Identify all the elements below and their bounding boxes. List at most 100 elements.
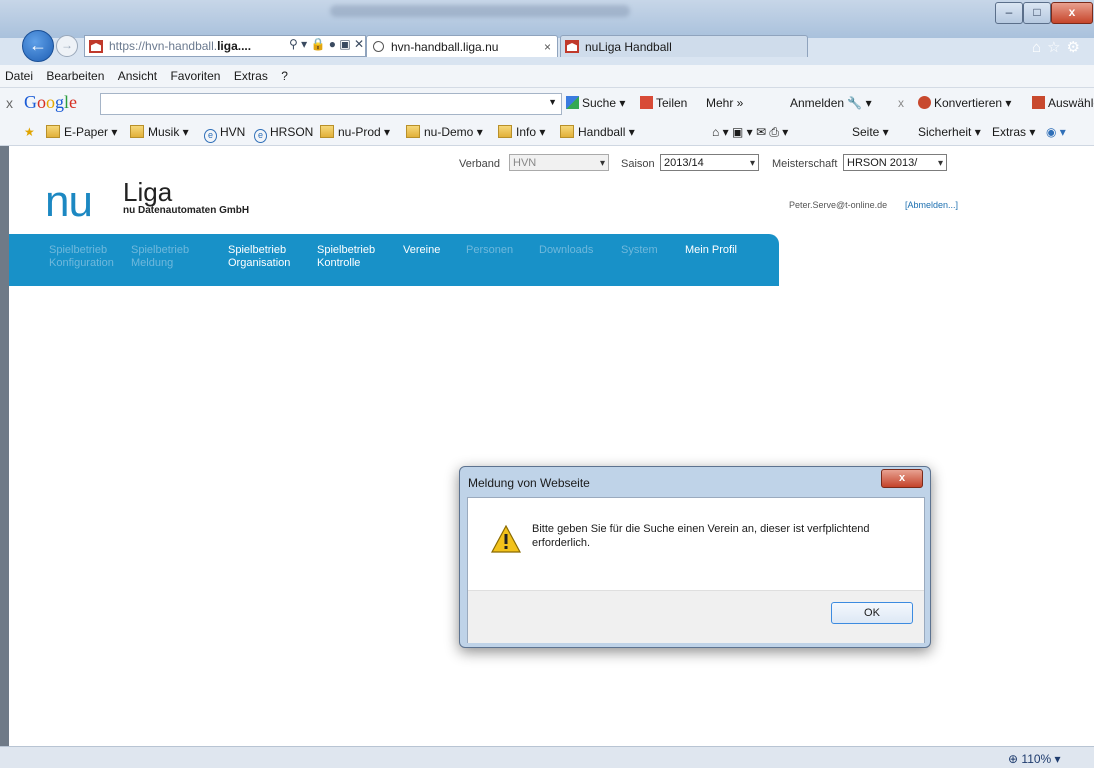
nav-vereine[interactable]: Vereine bbox=[403, 244, 440, 257]
close-toolbar-icon[interactable]: x bbox=[6, 95, 13, 111]
folder-icon bbox=[560, 125, 574, 138]
google-logo: Google bbox=[24, 92, 78, 112]
tab-close-icon[interactable]: × bbox=[544, 36, 551, 57]
warning-icon bbox=[491, 525, 521, 553]
nav-spielbetrieb-organisation[interactable]: Spielbetrieb Organisation bbox=[228, 244, 290, 270]
meisterschaft-label: Meisterschaft bbox=[772, 158, 838, 170]
address-bar[interactable]: https://hvn-handball.liga.... ⚲ ▾ 🔒 ● ▣ … bbox=[84, 35, 366, 57]
folder-icon bbox=[46, 125, 60, 138]
menu-bearbeiten[interactable]: Bearbeiten bbox=[41, 65, 109, 87]
auswaehlen-button[interactable]: Auswählen bbox=[1032, 96, 1094, 110]
menu-datei[interactable]: Datei bbox=[0, 65, 38, 87]
meisterschaft-select[interactable]: HRSON 2013/▾ bbox=[843, 154, 947, 171]
mehr-button[interactable]: Mehr » bbox=[706, 96, 743, 110]
favorites-star-icon[interactable]: ★ bbox=[24, 125, 35, 139]
nav-spielbetrieb-kontrolle[interactable]: Spielbetrieb Kontrolle bbox=[317, 244, 375, 270]
home-star-gear-icons[interactable]: ⌂☆⚙ bbox=[1032, 38, 1086, 56]
user-email: Peter.Serve@t-online.de bbox=[789, 200, 888, 210]
bookmark-nu-demo[interactable]: nu-Demo ▾ bbox=[406, 125, 483, 139]
address-icons[interactable]: ⚲ ▾ 🔒 ● ▣ ✕ bbox=[289, 37, 364, 51]
chevron-down-icon: ▾ bbox=[937, 158, 943, 169]
browser-nav-row: ← → https://hvn-handball.liga.... ⚲ ▾ 🔒 … bbox=[0, 30, 1094, 65]
nav-spielbetrieb-konfiguration[interactable]: Spielbetrieb Konfiguration bbox=[49, 244, 114, 270]
site-favicon bbox=[89, 40, 103, 53]
anmelden-button[interactable]: Anmelden 🔧 ▾ bbox=[790, 96, 872, 110]
bookmark-musik[interactable]: Musik ▾ bbox=[130, 125, 189, 139]
bookmark-e-paper[interactable]: E-Paper ▾ bbox=[46, 125, 117, 139]
nuliga-logo-nu: nu bbox=[45, 177, 93, 226]
teilen-button[interactable]: Teilen bbox=[640, 96, 687, 110]
page-content: Verband HVN ▾ Saison 2013/14 ▾ Meisterscha… bbox=[9, 146, 1094, 746]
folder-icon bbox=[130, 125, 144, 138]
share-icon bbox=[640, 96, 653, 109]
forward-button[interactable]: → bbox=[56, 35, 78, 57]
page-icon: e bbox=[204, 129, 217, 143]
dialog-close-button[interactable]: x bbox=[881, 469, 923, 488]
folder-icon bbox=[498, 125, 512, 138]
menu-help[interactable]: ? bbox=[276, 65, 293, 87]
menu-favoriten[interactable]: Favoriten bbox=[165, 65, 225, 87]
chevron-down-icon[interactable]: ▼ bbox=[548, 97, 557, 107]
nav-personen[interactable]: Personen bbox=[466, 244, 513, 257]
chevron-down-icon: ▾ bbox=[749, 158, 755, 169]
bookmark-info[interactable]: Info ▾ bbox=[498, 125, 545, 139]
search-icon bbox=[566, 96, 579, 109]
alert-dialog: Meldung von Webseite x Bitte geben Sie f… bbox=[459, 466, 931, 648]
chevron-down-icon: ▾ bbox=[599, 158, 605, 169]
nav-downloads[interactable]: Downloads bbox=[539, 244, 593, 257]
dialog-message: Bitte geben Sie für die Suche einen Vere… bbox=[532, 523, 870, 549]
verband-label: Verband bbox=[459, 158, 500, 170]
logout-link[interactable]: [Abmelden...] bbox=[905, 200, 958, 210]
menu-bar: Datei Bearbeiten Ansicht Favoriten Extra… bbox=[0, 65, 1094, 88]
google-toolbar: x Google ▼ Suche ▾ Teilen Mehr » Anmelde… bbox=[0, 88, 1094, 118]
extras-menu[interactable]: Extras ▾ bbox=[992, 125, 1035, 139]
ok-button[interactable]: OK bbox=[831, 602, 913, 624]
nav-band-left bbox=[9, 234, 39, 286]
nuliga-logo-subtitle: nu Datenautomaten GmbH bbox=[123, 205, 250, 216]
tab-nuliga-handball[interactable]: nuLiga Handball bbox=[560, 35, 808, 57]
page-icon: e bbox=[254, 129, 267, 143]
window-left-edge bbox=[0, 146, 9, 746]
nuliga-logo-liga: Liga bbox=[123, 177, 173, 207]
menu-ansicht[interactable]: Ansicht bbox=[113, 65, 162, 87]
favorites-bar: ★ E-Paper ▾ Musik ▾ e HVN e HRSON nu-Prod … bbox=[0, 118, 1094, 146]
address-text: https://hvn-handball.liga.... bbox=[109, 39, 252, 53]
dialog-title: Meldung von Webseite bbox=[468, 476, 590, 490]
saison-select[interactable]: 2013/14 ▾ bbox=[660, 154, 759, 171]
folder-icon bbox=[406, 125, 420, 138]
dialog-body: Bitte geben Sie für die Suche einen Vere… bbox=[467, 497, 925, 643]
bookmark-hvn[interactable]: e HVN bbox=[204, 125, 245, 143]
seite-menu[interactable]: Seite ▾ bbox=[852, 125, 889, 139]
nav-system[interactable]: System bbox=[621, 244, 658, 257]
sicherheit-menu[interactable]: Sicherheit ▾ bbox=[918, 125, 981, 139]
menu-extras[interactable]: Extras bbox=[229, 65, 273, 87]
help-icon[interactable]: ◉ ▾ bbox=[1046, 125, 1066, 139]
window-title bbox=[330, 5, 630, 17]
minimize-button[interactable]: – bbox=[995, 2, 1023, 24]
command-icons[interactable]: ⌂ ▾ ▣ ▾ ✉ ⎙ ▾ bbox=[712, 125, 788, 140]
verband-select: HVN ▾ bbox=[509, 154, 609, 171]
back-button[interactable]: ← bbox=[22, 30, 54, 62]
close-x-icon[interactable]: x bbox=[898, 96, 904, 110]
status-bar: ⊕ 110% ▾ bbox=[0, 746, 1094, 768]
suche-button[interactable]: Suche ▾ bbox=[566, 96, 625, 110]
konvertieren-button[interactable]: Konvertieren ▾ bbox=[918, 96, 1011, 110]
window-titlebar: – □ x bbox=[0, 0, 1094, 38]
bookmark-hrson[interactable]: e HRSON bbox=[254, 125, 313, 143]
close-window-button[interactable]: x bbox=[1051, 2, 1093, 24]
google-search-input[interactable]: ▼ bbox=[100, 93, 562, 115]
nuliga-favicon bbox=[565, 40, 579, 53]
main-navigation: Spielbetrieb Konfiguration Spielbetrieb Me… bbox=[39, 234, 779, 286]
tab-hvn-handball[interactable]: hvn-handball.liga.nu × bbox=[366, 35, 558, 57]
convert-icon bbox=[918, 96, 931, 109]
loading-icon bbox=[373, 41, 384, 52]
zoom-icon: ⊕ bbox=[1008, 752, 1019, 766]
zoom-control[interactable]: ⊕ 110% ▾ bbox=[1008, 752, 1061, 766]
bookmark-nu-prod[interactable]: nu-Prod ▾ bbox=[320, 125, 390, 139]
maximize-button[interactable]: □ bbox=[1023, 2, 1051, 24]
nav-mein-profil[interactable]: Mein Profil bbox=[685, 244, 737, 257]
saison-label: Saison bbox=[621, 158, 655, 170]
bookmark-handball[interactable]: Handball ▾ bbox=[560, 125, 635, 139]
nav-spielbetrieb-meldung[interactable]: Spielbetrieb Meldung bbox=[131, 244, 189, 270]
select-icon bbox=[1032, 96, 1045, 109]
